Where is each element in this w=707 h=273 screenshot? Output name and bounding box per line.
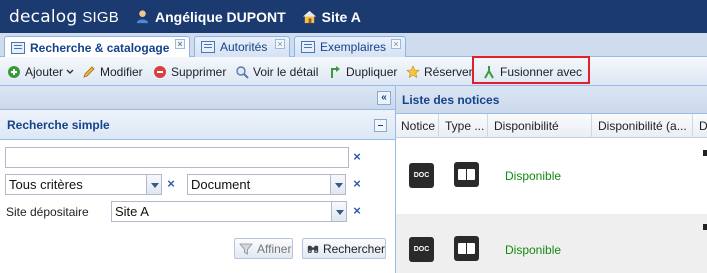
edit-label: Modifier — [100, 64, 143, 79]
product-name: SIGB — [82, 8, 119, 26]
column-header-notice[interactable]: Notice — [396, 114, 439, 138]
tab-label: Autorités — [220, 40, 268, 54]
logo: decalog SIGB — [9, 7, 119, 27]
panel-header: « — [0, 86, 395, 110]
tab-label: Exemplaires — [320, 40, 387, 54]
section-title: Recherche simple — [7, 117, 110, 132]
refine-label: Affiner — [257, 241, 292, 256]
site-dropdown-trigger[interactable] — [331, 201, 347, 222]
doc-icon: DOC — [409, 237, 434, 262]
close-icon[interactable]: × — [275, 39, 285, 49]
magnifier-icon — [236, 65, 249, 79]
add-icon — [8, 65, 20, 78]
criteria-dropdown-trigger[interactable] — [146, 174, 162, 195]
view-detail-label: Voir le détail — [253, 64, 319, 79]
doc-icon: DOC — [409, 163, 434, 188]
tab-strip: Recherche & catalogage × Autorités × Exe… — [0, 33, 707, 58]
brand-name: decalog — [9, 6, 78, 27]
edit-button[interactable]: Modifier — [82, 62, 143, 81]
truncated-text-marker — [703, 224, 707, 230]
availability-status: Disponible — [505, 169, 562, 183]
refine-button[interactable]: Affiner — [234, 238, 293, 259]
column-header-disponibilite[interactable]: Disponibilité — [489, 114, 592, 138]
delete-icon — [154, 65, 166, 78]
tab-label: Recherche & catalogage — [30, 40, 170, 55]
column-header-de[interactable]: De — [694, 114, 707, 138]
collapse-panel-button[interactable]: « — [377, 91, 391, 105]
site-name: Site A — [321, 8, 361, 25]
truncated-text-marker — [703, 150, 707, 156]
copies-tab-icon — [301, 41, 315, 53]
criteria-select[interactable]: Tous critères — [5, 174, 147, 195]
results-panel: Liste des notices Notice Type ... Dispon… — [396, 86, 707, 273]
delete-button[interactable]: Supprimer — [153, 62, 226, 81]
site-depositaire-select[interactable]: Site A — [111, 201, 332, 222]
reserve-button[interactable]: Réserver — [406, 62, 473, 81]
availability-status: Disponible — [505, 243, 562, 257]
search-button[interactable]: Rechercher — [302, 238, 386, 259]
minimize-icon[interactable] — [374, 119, 387, 132]
duplicate-label: Dupliquer — [346, 64, 398, 79]
add-button[interactable]: Ajouter — [7, 62, 74, 81]
results-title: Liste des notices — [396, 86, 707, 114]
user-name: Angélique DUPONT — [155, 8, 286, 25]
column-header-type[interactable]: Type ... — [440, 114, 488, 138]
tab-autorites[interactable]: Autorités × — [194, 36, 290, 57]
duplicate-button[interactable]: Dupliquer — [328, 62, 397, 81]
table-row[interactable]: DOC Disponible — [396, 140, 707, 211]
document-type-select[interactable]: Document — [187, 174, 331, 195]
clear-criteria-icon[interactable]: × — [163, 176, 179, 192]
clear-document-type-icon[interactable]: × — [349, 176, 365, 192]
tab-exemplaires[interactable]: Exemplaires × — [294, 36, 406, 57]
clear-search-icon[interactable]: × — [349, 149, 365, 165]
user-icon — [136, 10, 149, 24]
simple-search-header: Recherche simple — [0, 110, 395, 140]
document-type-dropdown-trigger[interactable] — [330, 174, 346, 195]
reserve-label: Réserver — [424, 64, 473, 79]
site-depositaire-label: Site dépositaire — [6, 205, 89, 219]
delete-label: Supprimer — [171, 64, 227, 79]
search-panel: « Recherche simple × Tous critères × Doc… — [0, 86, 396, 273]
authority-tab-icon — [201, 41, 215, 53]
app-header: decalog SIGB Angélique DUPONT Site A — [0, 0, 707, 33]
action-toolbar: Ajouter Modifier Supprimer Voir le détai… — [0, 57, 707, 86]
site-selector[interactable]: Site A — [302, 9, 361, 25]
book-icon — [454, 162, 479, 187]
column-header-disponibilite-a[interactable]: Disponibilité (a... — [593, 114, 693, 138]
results-column-headers: Notice Type ... Disponibilité Disponibil… — [396, 114, 707, 138]
chevron-down-icon — [66, 69, 74, 74]
duplicate-icon — [331, 65, 340, 78]
search-input[interactable] — [5, 147, 349, 168]
merge-highlight-box — [472, 56, 590, 84]
pencil-icon — [83, 65, 95, 78]
table-row[interactable]: DOC Disponible — [396, 214, 707, 273]
tab-recherche-catalogage[interactable]: Recherche & catalogage × — [4, 36, 190, 58]
add-label: Ajouter — [25, 64, 64, 79]
view-detail-button[interactable]: Voir le détail — [235, 62, 318, 81]
home-icon — [302, 10, 316, 24]
close-icon[interactable]: × — [175, 39, 185, 49]
close-icon[interactable]: × — [391, 39, 401, 49]
book-icon — [454, 236, 479, 261]
star-icon — [406, 64, 420, 78]
clear-site-icon[interactable]: × — [349, 203, 365, 219]
filter-icon — [239, 243, 253, 255]
search-button-label: Rechercher — [322, 241, 385, 256]
catalog-tab-icon — [11, 41, 25, 54]
binoculars-icon — [307, 245, 319, 253]
user-menu[interactable]: Angélique DUPONT — [135, 9, 286, 25]
